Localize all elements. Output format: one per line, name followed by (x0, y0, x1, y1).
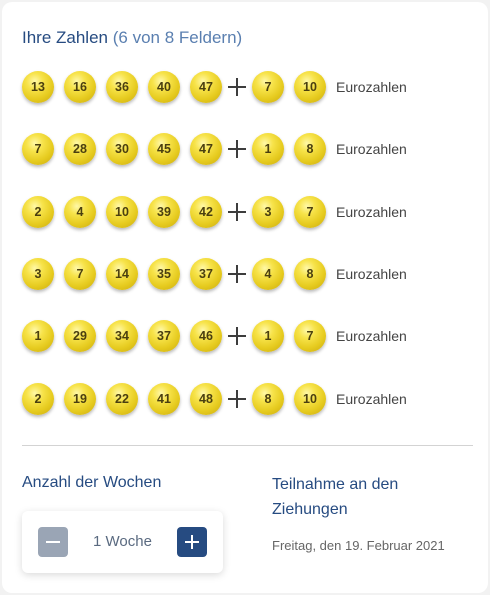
euro-number-ball: 1 (252, 133, 284, 166)
page-title: Ihre Zahlen (6 von 8 Feldern) (22, 28, 242, 48)
main-number-ball: 1 (22, 320, 54, 353)
main-number-ball: 37 (190, 257, 222, 290)
main-number-ball: 2 (22, 195, 54, 228)
main-number-ball: 45 (148, 133, 180, 166)
main-number-ball: 30 (106, 133, 138, 166)
minus-icon (46, 541, 60, 543)
weeks-heading: Anzahl der Wochen (22, 474, 162, 491)
euro-numbers-label: Eurozahlen (336, 328, 407, 345)
title-field-count: (6 von 8 Feldern) (112, 28, 243, 47)
main-number-ball: 13 (22, 71, 54, 103)
main-number-ball: 14 (106, 257, 138, 290)
main-number-ball: 37 (148, 320, 180, 353)
main-number-ball: 3 (22, 257, 54, 290)
main-number-ball: 42 (190, 195, 222, 228)
main-number-ball: 39 (148, 195, 180, 228)
plus-separator-icon (226, 196, 248, 228)
main-number-ball: 36 (106, 71, 138, 103)
main-number-ball: 19 (64, 382, 96, 415)
euro-number-ball: 10 (294, 71, 326, 103)
lottery-ticket-card: Ihre Zahlen (6 von 8 Feldern) 13 16 36 40 47… (2, 2, 488, 593)
main-number-ball: 40 (148, 71, 180, 103)
draw-date: Freitag, den 19. Februar 2021 (272, 538, 445, 553)
euro-number-ball: 10 (294, 382, 326, 415)
ticket-row: 1 29 34 37 46 1 7 Eurozahlen (22, 320, 462, 353)
main-number-ball: 47 (190, 71, 222, 103)
divider (22, 445, 473, 446)
increase-weeks-button[interactable] (177, 527, 207, 557)
plus-separator-icon (226, 383, 248, 415)
main-number-ball: 7 (22, 133, 54, 166)
plus-separator-icon (226, 258, 248, 290)
main-number-ball: 29 (64, 320, 96, 353)
euro-number-ball: 8 (294, 257, 326, 290)
main-number-ball: 35 (148, 257, 180, 290)
main-number-ball: 48 (190, 382, 222, 415)
main-number-ball: 2 (22, 382, 54, 415)
euro-number-ball: 8 (252, 382, 284, 415)
main-number-ball: 34 (106, 320, 138, 353)
main-number-ball: 22 (106, 382, 138, 415)
main-number-ball: 10 (106, 195, 138, 228)
ticket-row: 2 19 22 41 48 8 10 Eurozahlen (22, 382, 462, 415)
weeks-value: 1 Woche (93, 533, 152, 550)
ticket-row: 2 4 10 39 42 3 7 Eurozahlen (22, 195, 462, 228)
euro-numbers-label: Eurozahlen (336, 265, 407, 282)
main-number-ball: 7 (64, 257, 96, 290)
ticket-row: 3 7 14 35 37 4 8 Eurozahlen (22, 257, 462, 290)
ticket-row: 13 16 36 40 47 7 10 Eurozahlen (22, 71, 462, 103)
euro-number-ball: 8 (294, 133, 326, 166)
euro-numbers-label: Eurozahlen (336, 141, 407, 158)
main-number-ball: 16 (64, 71, 96, 103)
euro-number-ball: 7 (252, 71, 284, 103)
euro-number-ball: 3 (252, 195, 284, 228)
main-number-ball: 4 (64, 195, 96, 228)
main-number-ball: 46 (190, 320, 222, 353)
main-number-ball: 47 (190, 133, 222, 166)
euro-numbers-label: Eurozahlen (336, 79, 407, 95)
euro-number-ball: 4 (252, 257, 284, 290)
euro-number-ball: 1 (252, 320, 284, 353)
title-main: Ihre Zahlen (22, 28, 108, 47)
euro-number-ball: 7 (294, 195, 326, 228)
euro-number-ball: 7 (294, 320, 326, 353)
euro-numbers-label: Eurozahlen (336, 203, 407, 220)
draws-heading: Teilnahme an den Ziehungen (272, 476, 399, 518)
plus-separator-icon (226, 320, 248, 352)
ticket-row: 7 28 30 45 47 1 8 Eurozahlen (22, 133, 462, 166)
decrease-weeks-button[interactable] (38, 527, 68, 557)
main-number-ball: 41 (148, 382, 180, 415)
plus-separator-icon (226, 133, 248, 165)
main-number-ball: 28 (64, 133, 96, 166)
plus-separator-icon (226, 71, 248, 103)
euro-numbers-label: Eurozahlen (336, 390, 407, 407)
weeks-stepper: 1 Woche (22, 511, 223, 573)
